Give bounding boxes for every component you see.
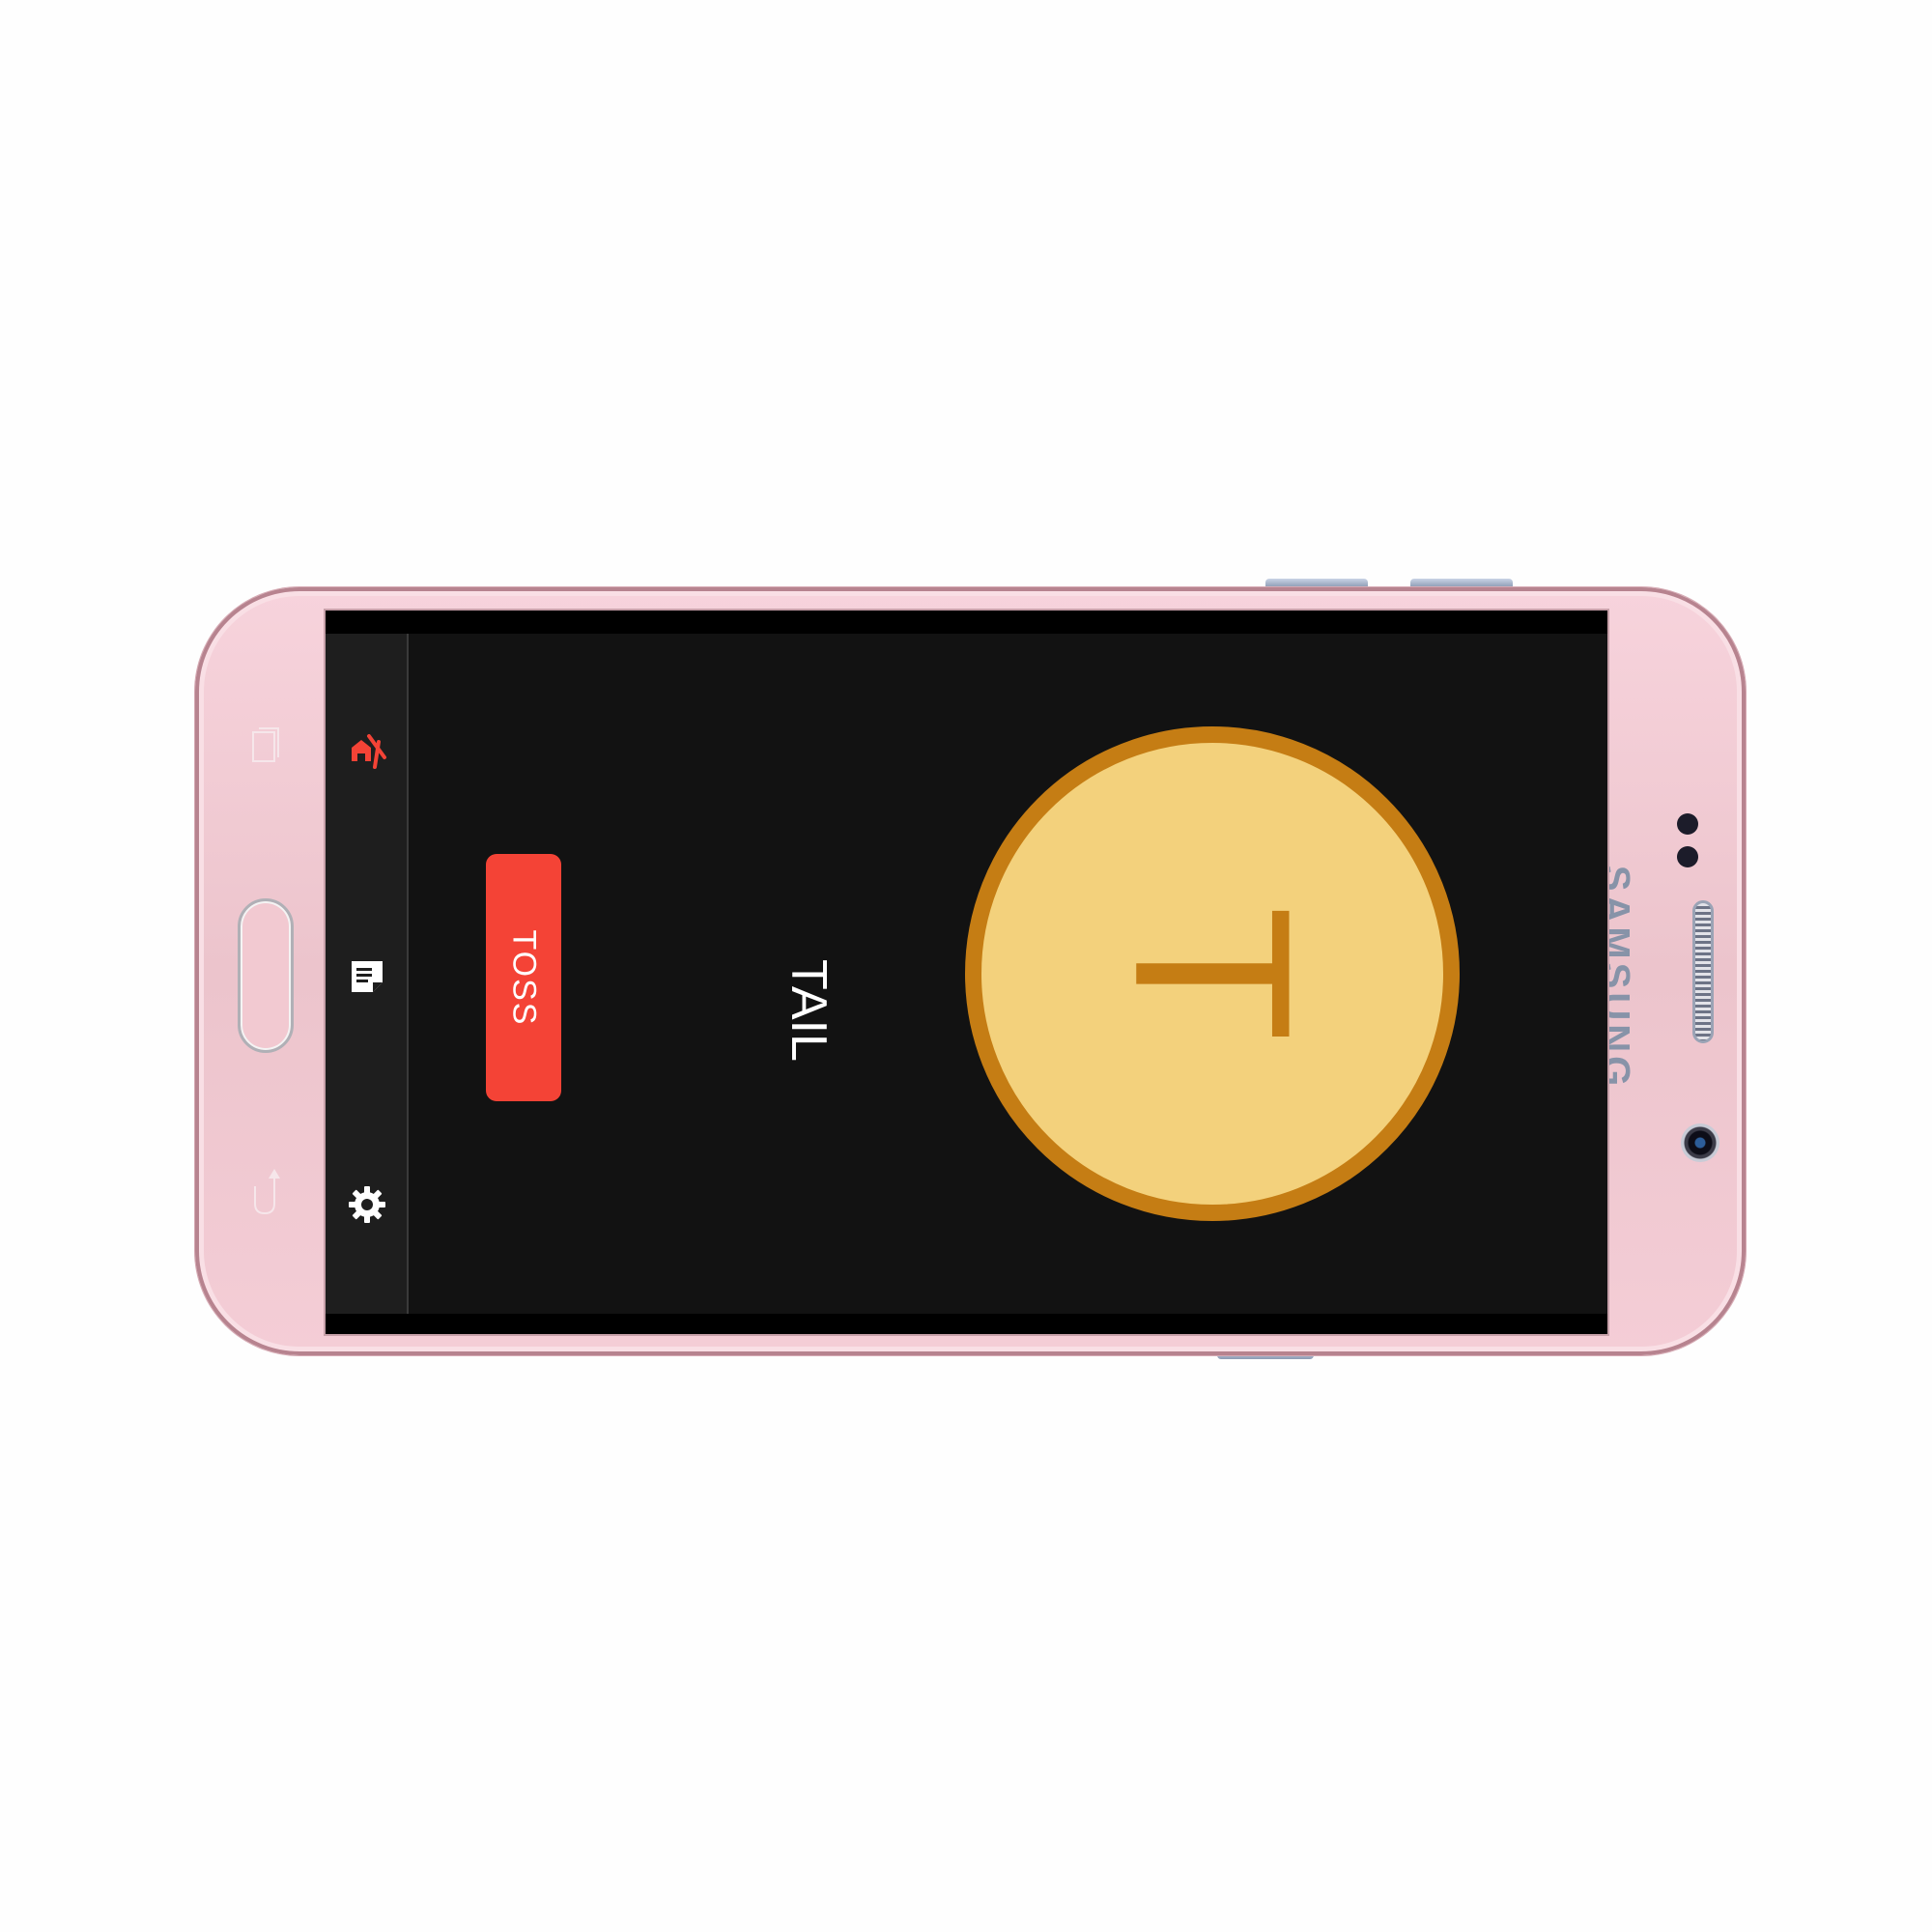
volume-button	[1265, 579, 1368, 587]
result-label: TAIL	[760, 952, 857, 1068]
volume-button	[1410, 579, 1513, 587]
front-camera	[1681, 1123, 1719, 1162]
toss-button-label: TOSS	[505, 929, 543, 1026]
coin-toss-icon	[352, 734, 386, 769]
gear-icon	[349, 1186, 385, 1223]
nav-item-toss[interactable]	[343, 725, 391, 774]
app-content: TOSS TAIL T	[326, 634, 1607, 1314]
light-sensor	[1677, 846, 1698, 867]
coin-face: T	[981, 743, 1443, 1205]
navigation-rail	[326, 634, 409, 1314]
recent-apps-icon[interactable]	[249, 723, 284, 769]
nav-item-settings[interactable]	[343, 1180, 391, 1229]
nav-item-history[interactable]	[343, 952, 391, 1001]
history-icon	[352, 961, 383, 992]
coin[interactable]: T	[965, 726, 1460, 1221]
earpiece-speaker	[1692, 900, 1714, 1043]
home-button[interactable]	[238, 898, 294, 1053]
toss-button[interactable]: TOSS	[486, 854, 561, 1101]
back-icon[interactable]	[247, 1167, 286, 1217]
proximity-sensor	[1677, 813, 1698, 835]
coin-letter: T	[1089, 905, 1337, 1042]
screen: TOSS TAIL T	[324, 609, 1609, 1336]
result-text: TAIL	[781, 959, 837, 1062]
